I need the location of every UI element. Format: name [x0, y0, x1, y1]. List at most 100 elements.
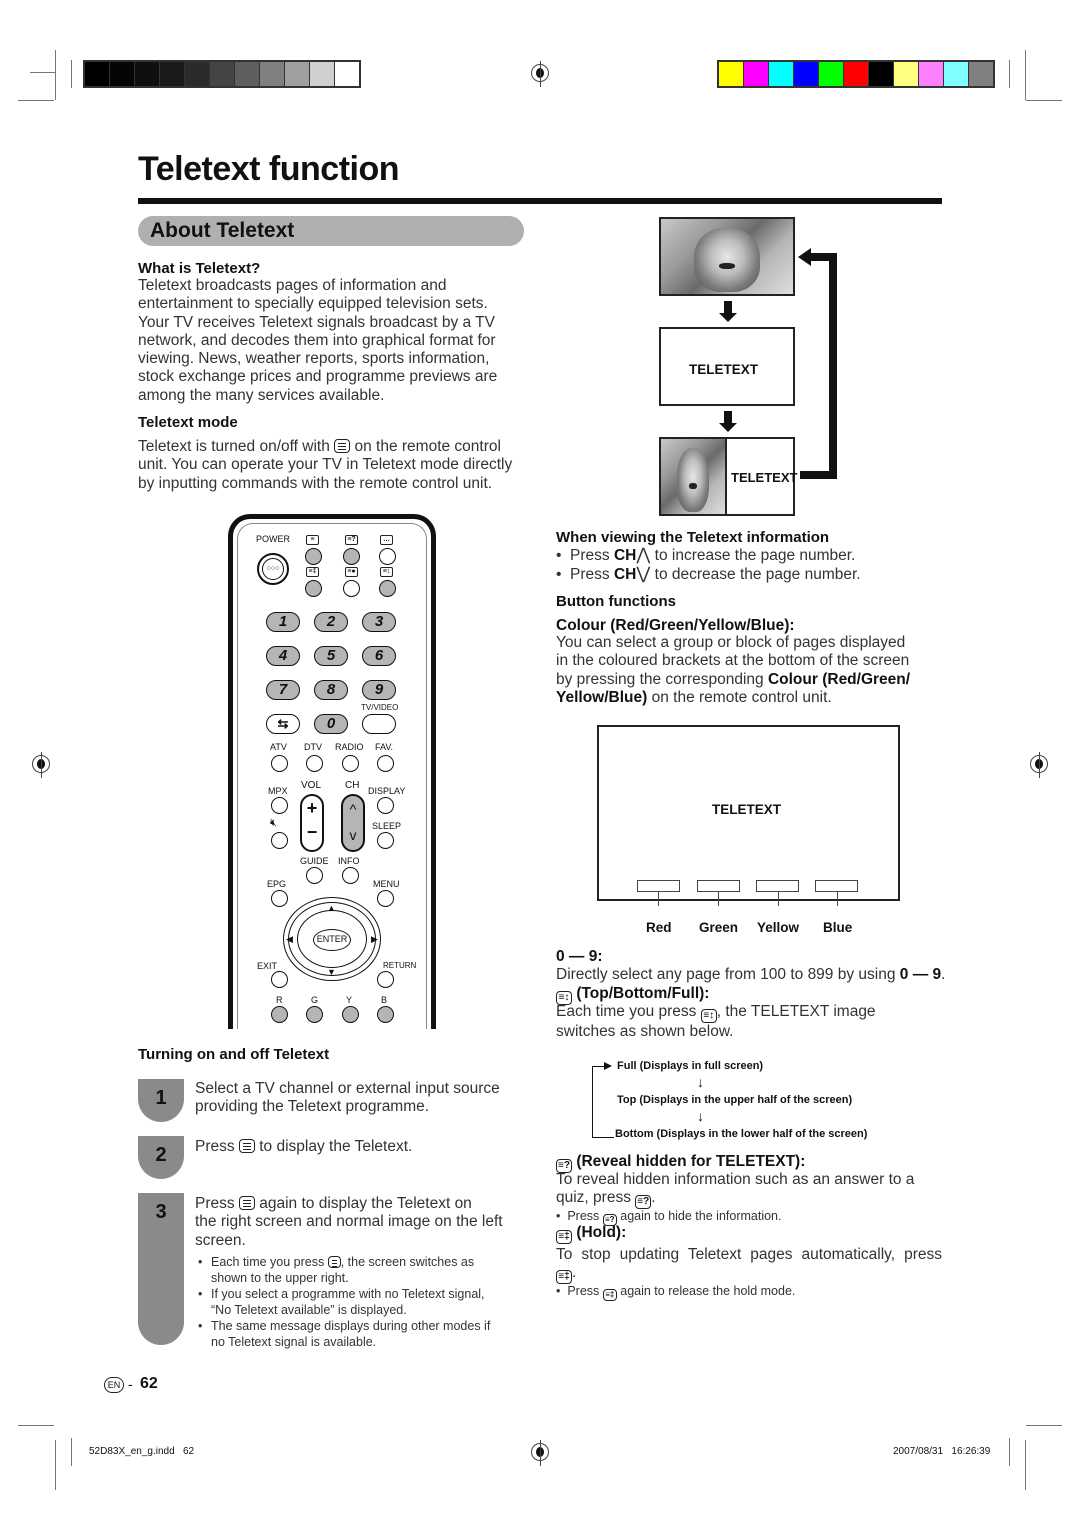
subpage-button[interactable]: [343, 580, 360, 597]
sleep-button[interactable]: [377, 832, 394, 849]
arrow-left-icon: [798, 248, 811, 266]
text-line: in the coloured brackets at the bottom o…: [556, 652, 910, 670]
number-button-6[interactable]: 6: [362, 646, 396, 666]
teletext-button[interactable]: [305, 548, 322, 565]
menu-button[interactable]: [377, 890, 394, 907]
green-bracket: [697, 880, 740, 892]
text-line: viewing. News, weather reports, sports i…: [138, 350, 490, 368]
crop-mark: [71, 60, 72, 88]
reveal-heading: ≡? (Reveal hidden for TELETEXT):: [556, 1153, 805, 1173]
number-button-0[interactable]: 0: [314, 714, 348, 734]
step-3-notes: • Each time you press , the screen switch…: [198, 1254, 538, 1350]
text-line: screen.: [195, 1231, 246, 1249]
teletext-label: TELETEXT: [731, 470, 798, 485]
up-arrow-icon[interactable]: ▲: [327, 903, 336, 913]
power-button[interactable]: ○○○: [257, 553, 289, 585]
guide-label: GUIDE: [300, 856, 329, 866]
display-button[interactable]: [377, 797, 394, 814]
text-span: to increase the page number.: [654, 547, 856, 564]
ch-label: CH: [345, 780, 360, 791]
registration-mark-icon: [1030, 752, 1048, 778]
teletext-button-icon: [334, 439, 351, 453]
mpx-label: MPX: [268, 786, 288, 796]
channel-rocker[interactable]: ^ v: [341, 794, 365, 852]
text-span: shown to the upper right.: [211, 1271, 349, 1285]
teletext-split-screen: TELETEXT: [659, 437, 798, 516]
top-bottom-full-icon: ≡↕: [380, 567, 393, 577]
left-arrow-icon[interactable]: ◀: [286, 934, 293, 945]
enter-button[interactable]: ENTER: [313, 929, 351, 951]
number-button-3[interactable]: 3: [362, 612, 396, 632]
color-swatch: [310, 62, 334, 86]
color-swatch: [719, 62, 743, 86]
hold-icon: ≡‡: [306, 567, 319, 577]
exit-button[interactable]: [271, 971, 288, 988]
text-line: among the many services available.: [138, 386, 385, 404]
tv-video-button[interactable]: [362, 714, 396, 734]
section-title: About Teletext: [150, 219, 295, 242]
number-button-7[interactable]: 7: [266, 680, 300, 700]
subpage-icon: ≡●: [345, 567, 358, 577]
number-button-8[interactable]: 8: [314, 680, 348, 700]
red-button[interactable]: [271, 1006, 288, 1023]
subtitle-button[interactable]: [379, 548, 396, 565]
teletext-button-icon: [327, 1256, 341, 1268]
turning-heading: Turning on and off Teletext: [138, 1046, 330, 1063]
text-span: Press: [570, 566, 610, 584]
fav-button[interactable]: [377, 755, 394, 772]
down-arrow-icon[interactable]: ▼: [327, 967, 336, 977]
teletext-full-screen: TELETEXT: [659, 327, 795, 406]
mute-button[interactable]: [271, 832, 288, 849]
text-span: on the remote control: [354, 438, 501, 455]
volume-rocker[interactable]: + −: [300, 794, 324, 852]
blue-label: Blue: [823, 920, 853, 935]
timestamp: 2007/08/31 16:26:39: [893, 1446, 991, 1457]
reveal-button[interactable]: [343, 548, 360, 565]
color-swatch: [185, 62, 209, 86]
lion-nose: [719, 262, 735, 270]
text-line: by inputting commands with the remote co…: [138, 474, 493, 492]
color-swatch: [919, 62, 943, 86]
mpx-button[interactable]: [271, 797, 288, 814]
text-span: “No Teletext available” is displayed.: [211, 1303, 407, 1317]
subtitle-icon: …: [380, 535, 393, 545]
number-button-2[interactable]: 2: [314, 612, 348, 632]
green-button[interactable]: [306, 1006, 323, 1023]
return-button[interactable]: [377, 971, 394, 988]
color-swatch: [844, 62, 868, 86]
power-dots: ○○○: [262, 558, 284, 580]
radio-label: RADIO: [335, 742, 364, 752]
color-calibration-bar: [717, 60, 995, 88]
dtv-button[interactable]: [306, 755, 323, 772]
text-span: no Teletext signal is available.: [211, 1335, 377, 1349]
yellow-key-label: Y: [346, 995, 353, 1005]
text-span: 0 — 9: [899, 966, 942, 983]
text-span: Press: [567, 1209, 600, 1223]
top-bottom-text: Each time you press ≡↕, the TELETEXT ima…: [556, 1003, 876, 1041]
number-button-9[interactable]: 9: [362, 680, 396, 700]
number-button-4[interactable]: 4: [266, 646, 300, 666]
text-line: the right screen and normal image on the…: [195, 1213, 503, 1231]
text-line: Your TV receives Teletext signals broadc…: [138, 313, 495, 331]
right-arrow-icon[interactable]: ▶: [371, 934, 378, 945]
step-number-2: 2: [138, 1136, 184, 1179]
flashback-button[interactable]: ⇆: [266, 714, 300, 734]
top-bottom-full-button[interactable]: [379, 580, 396, 597]
crop-mark: [18, 1425, 54, 1426]
teletext-icon: ≡: [306, 535, 319, 545]
text-span: again to release the hold mode.: [620, 1284, 796, 1298]
epg-button[interactable]: [271, 890, 288, 907]
yellow-button[interactable]: [342, 1006, 359, 1023]
number-button-5[interactable]: 5: [314, 646, 348, 666]
text-line: unit. You can operate your TV in Teletex…: [138, 456, 513, 474]
flow-full: Full (Displays in full screen): [617, 1060, 764, 1072]
hold-button[interactable]: [305, 580, 322, 597]
text-span: Yellow/Blue): [556, 688, 648, 706]
atv-button[interactable]: [271, 755, 288, 772]
yellow-bracket: [756, 880, 799, 892]
info-button[interactable]: [342, 867, 359, 884]
radio-button[interactable]: [342, 755, 359, 772]
guide-button[interactable]: [306, 867, 323, 884]
blue-button[interactable]: [377, 1006, 394, 1023]
number-button-1[interactable]: 1: [266, 612, 300, 632]
